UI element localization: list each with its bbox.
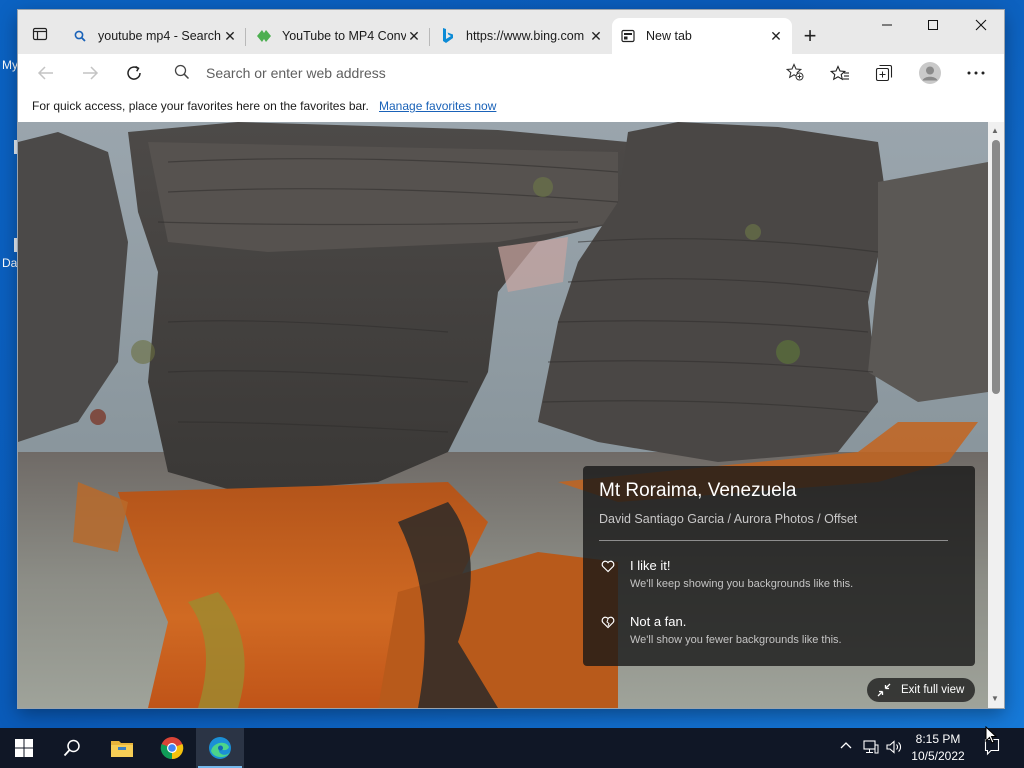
mouse-pointer-icon [985,725,998,747]
scrollbar-thumb[interactable] [992,140,1000,394]
minimize-button[interactable] [864,10,910,40]
desktop-icon-label[interactable]: My [2,58,18,72]
close-tab-icon[interactable]: ✕ [768,28,784,44]
folder-icon [111,741,133,757]
desktop-icon-fragment [14,140,17,154]
image-credit: David Santiago Garcia / Aurora Photos / … [599,512,858,526]
chevron-up-icon[interactable] [840,740,852,752]
new-tab-background: Mt Roraima, Venezuela David Santiago Gar… [18,122,988,708]
file-explorer-button[interactable] [98,728,146,768]
like-description: We'll keep showing you backgrounds like … [630,578,854,590]
favorites-bar: For quick access, place your favorites h… [18,90,1004,123]
tab-title: https://www.bing.com [466,29,585,43]
desktop-icon-label[interactable]: Da [2,256,17,270]
address-input[interactable] [204,62,768,84]
like-background-button[interactable]: I like it! We'll keep showing you backgr… [599,558,959,596]
edge-button[interactable] [196,728,244,768]
favorites-icon [830,65,849,81]
tab-separator [429,28,430,46]
collapse-icon [877,683,891,697]
exit-full-view-label: Exit full view [901,684,965,696]
tab-converter[interactable]: YouTube to MP4 Converter ✕ [248,18,430,54]
dislike-background-button[interactable]: Not a fan. We'll show you fewer backgrou… [599,614,959,652]
add-favorite-icon[interactable] [785,63,804,84]
profile-button[interactable] [916,59,944,87]
start-button[interactable] [0,728,48,768]
image-location: Mt Roraima, Venezuela [599,480,797,501]
collections-button[interactable] [870,59,898,87]
scroll-up-icon[interactable]: ▲ [991,126,999,135]
tab-strip: youtube mp4 - Search ✕ YouTube to MP4 Co… [18,10,1004,58]
edge-icon [209,737,231,759]
vertical-scrollbar[interactable]: ▲ ▼ [988,122,1004,708]
taskbar-search-button[interactable] [48,728,96,768]
tab-title: YouTube to MP4 Converter [282,29,406,43]
close-icon [975,19,987,31]
close-tab-icon[interactable]: ✕ [588,28,604,44]
tab-new-tab[interactable]: New tab ✕ [612,18,792,54]
search-icon [174,64,190,83]
windows-logo-icon [15,739,33,757]
close-tab-icon[interactable]: ✕ [222,28,238,44]
exit-full-view-button[interactable]: Exit full view [867,678,975,702]
refresh-button[interactable] [120,60,148,86]
close-window-button[interactable] [958,10,1004,40]
chrome-icon [160,737,184,760]
taskbar: 8:15 PM 10/5/2022 [0,728,1024,768]
tab-search[interactable]: youtube mp4 - Search ✕ [64,18,246,54]
address-bar[interactable] [164,57,812,87]
refresh-icon [127,65,141,80]
collections-icon [875,64,893,82]
dislike-label: Not a fan. [630,614,687,629]
bing-favicon [440,28,456,44]
broken-heart-icon [601,616,615,632]
chrome-button[interactable] [148,728,196,768]
clock-time: 8:15 PM [915,732,961,746]
more-icon [967,71,985,75]
forward-arrow-icon [83,66,99,80]
dislike-description: We'll show you fewer backgrounds like th… [630,634,842,646]
manage-favorites-link[interactable]: Manage favorites now [379,99,496,113]
divider [599,540,948,541]
search-icon [63,739,80,757]
tab-separator [245,28,246,46]
maximize-button[interactable] [910,10,956,40]
back-button[interactable] [32,60,60,86]
tab-title: youtube mp4 - Search [98,29,221,43]
favorites-bar-message: For quick access, place your favorites h… [32,99,369,113]
converter-favicon [256,28,272,44]
clock-date: 10/5/2022 [911,749,965,763]
newtab-favicon [620,28,636,44]
tab-actions-button[interactable] [28,22,52,46]
forward-button[interactable] [76,60,104,86]
maximize-icon [928,20,938,30]
favorites-button[interactable] [826,59,854,87]
taskbar-clock[interactable]: 8:15 PM 10/5/2022 [906,731,970,765]
avatar-icon [919,62,941,84]
settings-menu-button[interactable] [962,59,990,87]
desktop-icon-fragment [14,238,17,252]
volume-icon[interactable] [886,740,902,754]
background-info-card: Mt Roraima, Venezuela David Santiago Gar… [583,466,975,666]
minimize-icon [882,24,892,26]
new-tab-button[interactable]: + [796,23,824,48]
plus-icon: + [803,23,817,48]
tab-actions-icon [32,27,48,41]
close-tab-icon[interactable]: ✕ [406,28,422,44]
tab-title: New tab [646,29,692,43]
network-icon[interactable] [863,740,879,754]
back-arrow-icon [37,66,53,80]
heart-icon [601,560,615,576]
scroll-down-icon[interactable]: ▼ [991,694,999,703]
browser-window: youtube mp4 - Search ✕ YouTube to MP4 Co… [18,10,1004,708]
search-icon [72,28,88,44]
navigation-toolbar [18,54,1004,90]
like-label: I like it! [630,558,671,573]
tab-bing[interactable]: https://www.bing.com ✕ [432,18,612,54]
